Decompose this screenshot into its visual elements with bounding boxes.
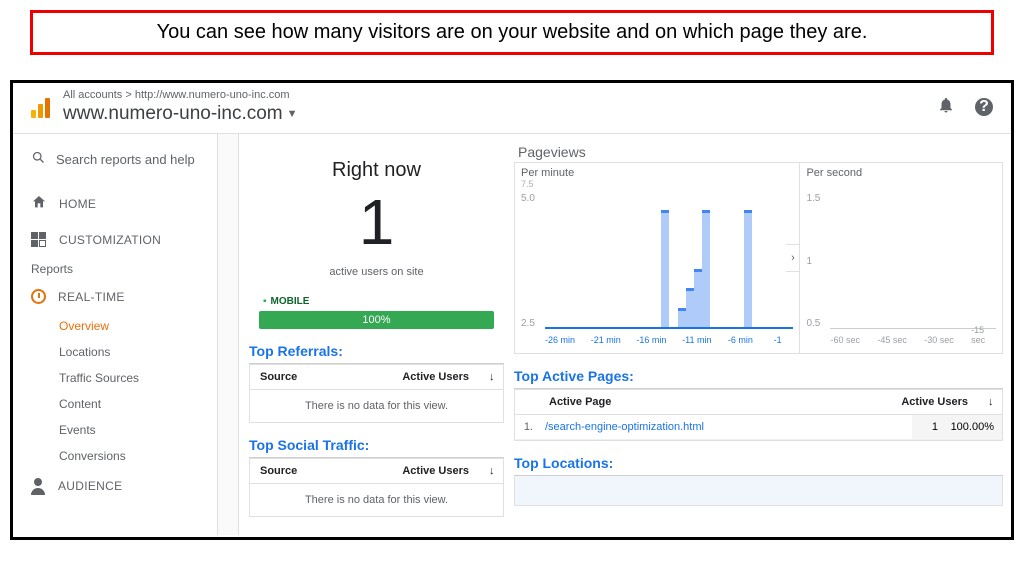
sidebar-item-home[interactable]: HOME xyxy=(13,185,217,223)
ga-window: All accounts > http://www.numero-uno-inc… xyxy=(10,80,1014,540)
top-social-panel: Top Social Traffic: Source Active Users … xyxy=(249,433,504,517)
active-users-subtitle: active users on site xyxy=(259,266,494,278)
referrals-empty: There is no data for this view. xyxy=(250,390,503,422)
sidebar: Search reports and help HOME CUSTOMIZATI… xyxy=(13,134,218,535)
ap-col-users[interactable]: Active Users xyxy=(891,390,978,414)
sidebar-item-customization[interactable]: CUSTOMIZATION xyxy=(13,223,217,256)
bar xyxy=(702,210,710,327)
callout-banner: You can see how many visitors are on you… xyxy=(30,10,994,55)
pageviews-charts: Per minute 7.5 5.02.5 -26 min-21 min-16 … xyxy=(514,162,1003,354)
mobile-legend: MOBILE xyxy=(263,296,494,307)
right-now-card: Right now 1 active users on site MOBILE … xyxy=(249,144,504,339)
pageviews-title: Pageviews xyxy=(518,144,1003,160)
top-locations-panel: Top Locations: xyxy=(514,451,1003,506)
sidebar-sub-conversions[interactable]: Conversions xyxy=(13,443,217,469)
audience-icon xyxy=(31,478,46,493)
header: All accounts > http://www.numero-uno-inc… xyxy=(13,83,1011,134)
site-name: www.numero-uno-inc.com xyxy=(63,103,283,125)
breadcrumb: All accounts > http://www.numero-uno-inc… xyxy=(63,89,937,101)
reports-label: Reports xyxy=(13,256,217,280)
sort-arrow-icon[interactable]: ↓ xyxy=(978,390,1002,414)
sort-arrow-icon[interactable]: ↓ xyxy=(479,459,503,483)
home-icon xyxy=(31,194,47,214)
mobile-percent-bar: 100% xyxy=(259,311,494,329)
search-icon xyxy=(31,150,46,168)
sidebar-item-realtime[interactable]: REAL-TIME xyxy=(13,280,217,313)
sidebar-sub-locations[interactable]: Locations xyxy=(13,339,217,365)
clock-icon xyxy=(31,289,46,304)
per-second-chart: Per second 1.510.5 -60 sec-45 sec-30 sec… xyxy=(800,163,1002,353)
social-col-users[interactable]: Active Users xyxy=(392,459,479,483)
bar xyxy=(744,210,752,327)
top-referrals-panel: Top Referrals: Source Active Users ↓ The… xyxy=(249,339,504,423)
referrals-col-source[interactable]: Source xyxy=(250,365,392,389)
sidebar-sub-content[interactable]: Content xyxy=(13,391,217,417)
right-now-title: Right now xyxy=(259,159,494,182)
social-col-source[interactable]: Source xyxy=(250,459,392,483)
top-active-pages-panel: Top Active Pages: Active Page Active Use… xyxy=(514,364,1003,441)
top-active-pages-heading: Top Active Pages: xyxy=(514,364,1003,389)
search-input[interactable]: Search reports and help xyxy=(13,134,217,185)
header-title-block[interactable]: All accounts > http://www.numero-uno-inc… xyxy=(63,89,937,125)
top-referrals-heading: Top Referrals: xyxy=(249,339,504,364)
search-placeholder: Search reports and help xyxy=(56,152,195,167)
social-empty: There is no data for this view. xyxy=(250,484,503,516)
customization-icon xyxy=(31,232,47,247)
analytics-logo-icon xyxy=(31,96,53,118)
table-row[interactable]: 1. /search-engine-optimization.html 1 10… xyxy=(515,415,1002,440)
sidebar-sub-traffic[interactable]: Traffic Sources xyxy=(13,365,217,391)
sidebar-sub-overview[interactable]: Overview xyxy=(13,313,217,339)
active-users-count: 1 xyxy=(259,190,494,254)
sidebar-sub-events[interactable]: Events xyxy=(13,417,217,443)
sort-arrow-icon[interactable]: ↓ xyxy=(479,365,503,389)
active-page-link[interactable]: /search-engine-optimization.html xyxy=(539,415,912,439)
main-content: Right now 1 active users on site MOBILE … xyxy=(218,134,1011,535)
chevron-right-icon[interactable]: › xyxy=(786,244,800,272)
sidebar-item-audience[interactable]: AUDIENCE xyxy=(13,469,217,502)
help-icon[interactable]: ? xyxy=(975,98,993,116)
bar xyxy=(686,288,694,327)
crumb-url: http://www.numero-uno-inc.com xyxy=(135,89,290,101)
top-locations-heading: Top Locations: xyxy=(514,451,1003,476)
crumb-accounts: All accounts xyxy=(63,89,122,101)
notifications-icon[interactable] xyxy=(937,96,955,119)
top-social-heading: Top Social Traffic: xyxy=(249,433,504,458)
bar xyxy=(678,308,686,327)
bar xyxy=(661,210,669,327)
chevron-down-icon: ▼ xyxy=(287,108,298,120)
referrals-col-users[interactable]: Active Users xyxy=(392,365,479,389)
ap-col-page[interactable]: Active Page xyxy=(539,390,891,414)
per-minute-chart: Per minute 7.5 5.02.5 -26 min-21 min-16 … xyxy=(515,163,800,353)
bar xyxy=(694,269,702,327)
